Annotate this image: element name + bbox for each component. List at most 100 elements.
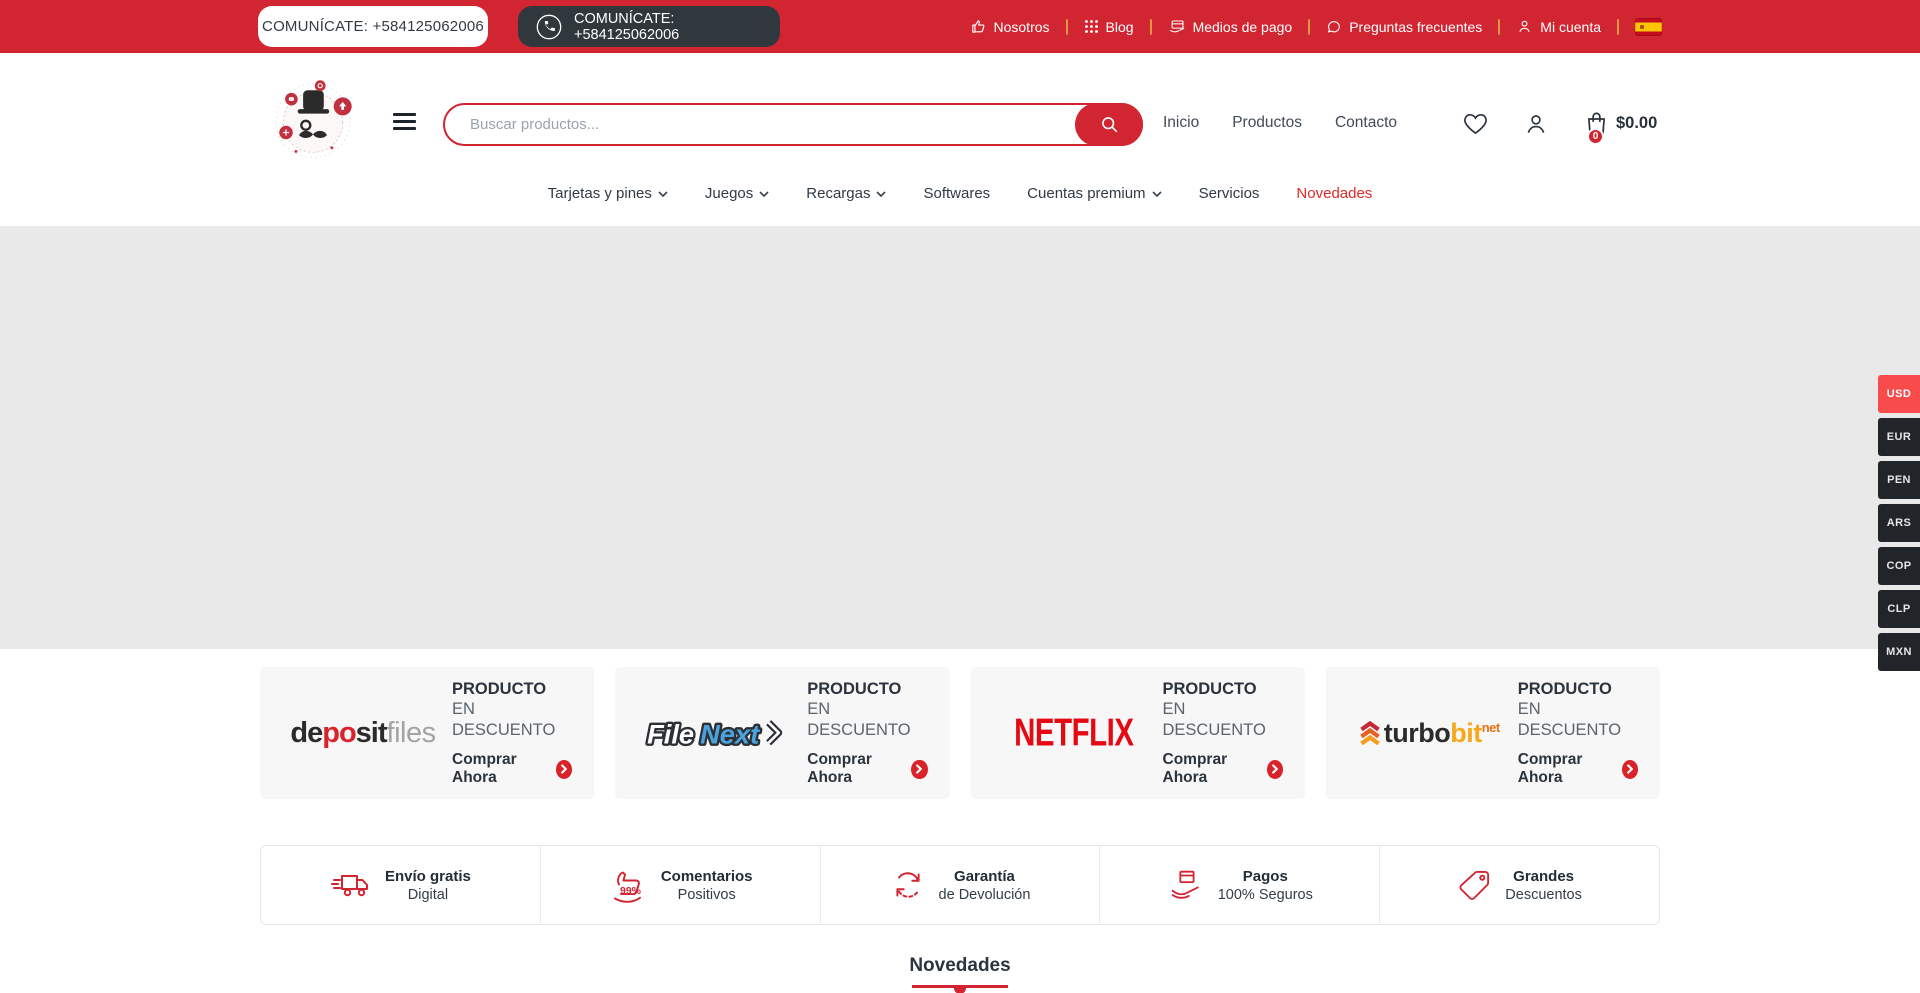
header-icons: 0 $0.00 (1462, 110, 1657, 137)
search-input[interactable] (445, 116, 1141, 133)
nav-inicio[interactable]: Inicio (1163, 114, 1199, 132)
currency-cop[interactable]: COP (1878, 547, 1920, 585)
topbar-link-blog[interactable]: Blog (1084, 19, 1134, 35)
cart-total: $0.00 (1616, 114, 1657, 133)
topbar-link-label: Mi cuenta (1540, 19, 1601, 35)
catnav-label: Juegos (705, 185, 753, 202)
search-button[interactable] (1075, 103, 1143, 146)
separator (1150, 19, 1152, 35)
svg-text:Next: Next (700, 718, 760, 749)
catnav-label: Softwares (923, 185, 990, 202)
spain-flag-icon[interactable] (1635, 18, 1662, 36)
topbar-link-label: Preguntas frecuentes (1349, 19, 1482, 35)
promo-text: PRODUCTO EN DESCUENTO Comprar Ahora (797, 679, 927, 788)
catnav-label: Cuentas premium (1027, 185, 1145, 202)
section-underline (912, 985, 1008, 988)
feature-subtitle: 100% Seguros (1218, 887, 1313, 903)
search-bar (443, 103, 1143, 146)
topbar-link-medios-de-pago[interactable]: Medios de pago (1168, 18, 1293, 36)
promo-text: PRODUCTO EN DESCUENTO Comprar Ahora (1508, 679, 1638, 788)
turbobit-logo: turbobitnet (1350, 718, 1508, 749)
nav-productos[interactable]: Productos (1232, 114, 1302, 132)
promo-card-filenext[interactable]: File Next PRODUCTO EN DESCUENTO Comprar … (615, 667, 949, 799)
catnav-recargas[interactable]: Recargas (806, 185, 886, 202)
feature-pagos: Pagos 100% Seguros (1100, 846, 1380, 924)
currency-pen[interactable]: PEN (1878, 461, 1920, 499)
comprar-ahora-link[interactable]: Comprar Ahora (1163, 751, 1283, 787)
feature-subtitle: Digital (385, 887, 471, 903)
chat-icon (1326, 19, 1342, 35)
phone-pill-light[interactable]: COMUNÍCATE: +584125062006 (258, 6, 488, 47)
feature-subtitle: Descuentos (1505, 887, 1582, 903)
header-nav: Inicio Productos Contacto (1163, 114, 1397, 132)
catnav-softwares[interactable]: Softwares (923, 185, 990, 202)
topbar-link-nosotros[interactable]: Nosotros (970, 18, 1050, 35)
account-icon[interactable] (1523, 111, 1549, 137)
catnav-servicios[interactable]: Servicios (1199, 185, 1260, 202)
currency-clp[interactable]: CLP (1878, 590, 1920, 628)
cart-button[interactable]: 0 $0.00 (1583, 110, 1657, 137)
currency-ars[interactable]: ARS (1878, 504, 1920, 542)
feature-title: Envío gratis (385, 868, 471, 885)
novedades-section-head: Novedades (260, 955, 1660, 988)
comprar-ahora-link[interactable]: Comprar Ahora (807, 751, 927, 787)
wishlist-heart-icon[interactable] (1462, 110, 1489, 137)
phone-pill-dark[interactable]: COMUNÍCATE: +584125062006 (518, 6, 780, 47)
topbar: COMUNÍCATE: +584125062006 COMUNÍCATE: +5… (0, 0, 1920, 53)
catnav-tarjetas-y-pines[interactable]: Tarjetas y pines (548, 185, 668, 202)
feature-envio-gratis: Envío gratis Digital (261, 846, 541, 924)
shopping-bag-icon: 0 (1583, 110, 1610, 137)
promo-text: PRODUCTO EN DESCUENTO Comprar Ahora (1153, 679, 1283, 788)
topbar-link-preguntas-frecuentes[interactable]: Preguntas frecuentes (1326, 19, 1482, 35)
separator (1066, 19, 1068, 35)
separator (1617, 19, 1619, 35)
phone-number-light: COMUNÍCATE: +584125062006 (262, 18, 484, 35)
chevron-down-icon (1152, 191, 1162, 197)
features-bar: Envío gratis Digital 99% Comentarios Pos… (260, 845, 1660, 925)
promo-card-depositfiles[interactable]: depositfiles PRODUCTO EN DESCUENTO Compr… (260, 667, 594, 799)
netflix-logo: NETFLIX (995, 715, 1153, 751)
catnav-label: Recargas (806, 185, 870, 202)
category-nav: Tarjetas y pines Juegos Recargas Softwar… (0, 185, 1920, 226)
filenext-logo: File Next (639, 713, 797, 754)
catnav-cuentas-premium[interactable]: Cuentas premium (1027, 185, 1161, 202)
topbar-link-mi-cuenta[interactable]: Mi cuenta (1516, 18, 1601, 35)
catnav-juegos[interactable]: Juegos (705, 185, 769, 202)
section-title: Novedades (260, 955, 1660, 977)
svg-text:99%: 99% (620, 885, 642, 897)
topbar-link-label: Nosotros (994, 19, 1050, 35)
menu-hamburger-icon[interactable] (393, 113, 416, 134)
topbar-link-label: Medios de pago (1193, 19, 1293, 35)
feature-title: Pagos (1218, 868, 1313, 885)
hero-slider-placeholder (0, 226, 1920, 649)
promo-card-netflix[interactable]: NETFLIX PRODUCTO EN DESCUENTO Comprar Ah… (971, 667, 1305, 799)
comprar-ahora-link[interactable]: Comprar Ahora (1518, 751, 1638, 787)
promo-card-turbobit[interactable]: turbobitnet PRODUCTO EN DESCUENTO Compra… (1326, 667, 1660, 799)
comprar-ahora-link[interactable]: Comprar Ahora (452, 751, 572, 787)
catnav-label: Novedades (1296, 185, 1372, 202)
currency-mxn[interactable]: MXN (1878, 633, 1920, 671)
tag-icon (1457, 868, 1492, 903)
topbar-link-label: Blog (1106, 19, 1134, 35)
chevron-down-icon (759, 191, 769, 197)
feature-title: Comentarios (661, 868, 753, 885)
secure-payment-icon (1167, 867, 1205, 903)
thumbs-up-icon (970, 18, 987, 35)
catnav-novedades[interactable]: Novedades (1296, 185, 1372, 202)
feature-title: Garantía (939, 868, 1031, 885)
feature-subtitle: Positivos (661, 887, 753, 903)
catnav-label: Servicios (1199, 185, 1260, 202)
chevron-down-icon (876, 191, 886, 197)
thumbs-up-99-icon: 99% (608, 867, 648, 904)
svg-text:File: File (647, 718, 694, 749)
nav-contacto[interactable]: Contacto (1335, 114, 1397, 132)
feature-subtitle: de Devolución (939, 887, 1031, 903)
currency-usd[interactable]: USD (1878, 375, 1920, 413)
depositfiles-logo: depositfiles (284, 717, 442, 750)
separator (1308, 19, 1310, 35)
grid-icon (1084, 19, 1099, 34)
arrow-right-icon (911, 760, 927, 779)
currency-eur[interactable]: EUR (1878, 418, 1920, 456)
refresh-icon (890, 867, 926, 903)
site-logo[interactable] (268, 73, 358, 165)
